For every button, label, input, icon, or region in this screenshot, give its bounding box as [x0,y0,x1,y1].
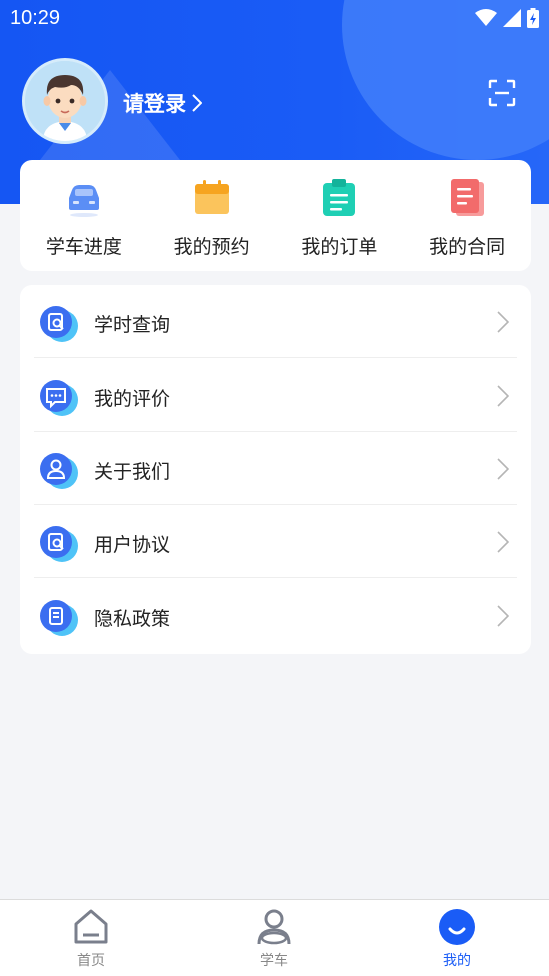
quick-action-label: 我的合同 [429,236,506,258]
chevron-right-icon [497,311,509,333]
agreement-icon [40,526,78,562]
quick-action-label: 学车进度 [45,236,122,258]
avatar[interactable] [22,58,108,144]
login-link[interactable]: 请登录 [123,88,202,118]
tab-driving[interactable]: 学车 [214,900,334,976]
quick-action-orders[interactable]: 我的订单 [276,160,404,271]
calendar-icon [194,180,229,214]
menu-item-reviews[interactable]: 我的评价 [34,359,517,432]
menu-item-agreement[interactable]: 用户协议 [34,505,517,578]
status-bar: 10:29 [0,0,549,38]
quick-actions-card: 学车进度 我的预约 我的订单 我的合同 [20,160,531,271]
home-icon [74,909,108,944]
quick-action-booking[interactable]: 我的预约 [148,160,276,271]
divider [34,357,517,358]
scan-icon[interactable] [488,79,516,107]
car-icon [68,185,99,217]
menu-item-about[interactable]: 关于我们 [34,432,517,505]
hours-search-icon [40,306,78,342]
tab-label: 首页 [77,953,105,969]
user-icon [40,453,78,489]
menu-item-label: 学时查询 [94,314,171,336]
menu-item-hours[interactable]: 学时查询 [34,285,517,358]
clipboard-icon [323,179,356,216]
tab-home[interactable]: 首页 [31,900,151,976]
privacy-icon [40,600,78,636]
quick-action-label: 我的预约 [173,236,250,258]
quick-action-progress[interactable]: 学车进度 [20,160,148,271]
chevron-right-icon [192,94,202,112]
tab-label: 我的 [443,953,471,969]
smile-icon [439,909,475,945]
status-time: 10:29 [10,7,61,29]
quick-action-label: 我的订单 [301,236,378,258]
chevron-right-icon [497,458,509,480]
tab-label: 学车 [260,953,288,969]
wifi-icon [475,9,497,26]
battery-icon [527,8,539,28]
bottom-tab-bar: 首页 学车 我的 [0,899,549,976]
quick-action-contracts[interactable]: 我的合同 [403,160,531,271]
avatar-illustration [25,61,105,141]
menu-item-label: 我的评价 [94,388,171,410]
chevron-right-icon [497,531,509,553]
document-icon [451,179,485,216]
menu-item-label: 隐私政策 [94,608,171,630]
login-label: 请登录 [123,92,186,116]
menu-list: 学时查询 我的评价 关于我们 用户协议 隐私政策 [20,285,531,654]
menu-item-label: 关于我们 [94,461,171,483]
tab-mine[interactable]: 我的 [397,900,517,976]
signal-icon [503,9,521,27]
menu-item-privacy[interactable]: 隐私政策 [34,579,517,652]
comment-icon [40,380,78,416]
chevron-right-icon [497,385,509,407]
driver-icon [257,909,291,945]
divider [34,577,517,578]
menu-item-label: 用户协议 [94,534,171,556]
chevron-right-icon [497,605,509,627]
